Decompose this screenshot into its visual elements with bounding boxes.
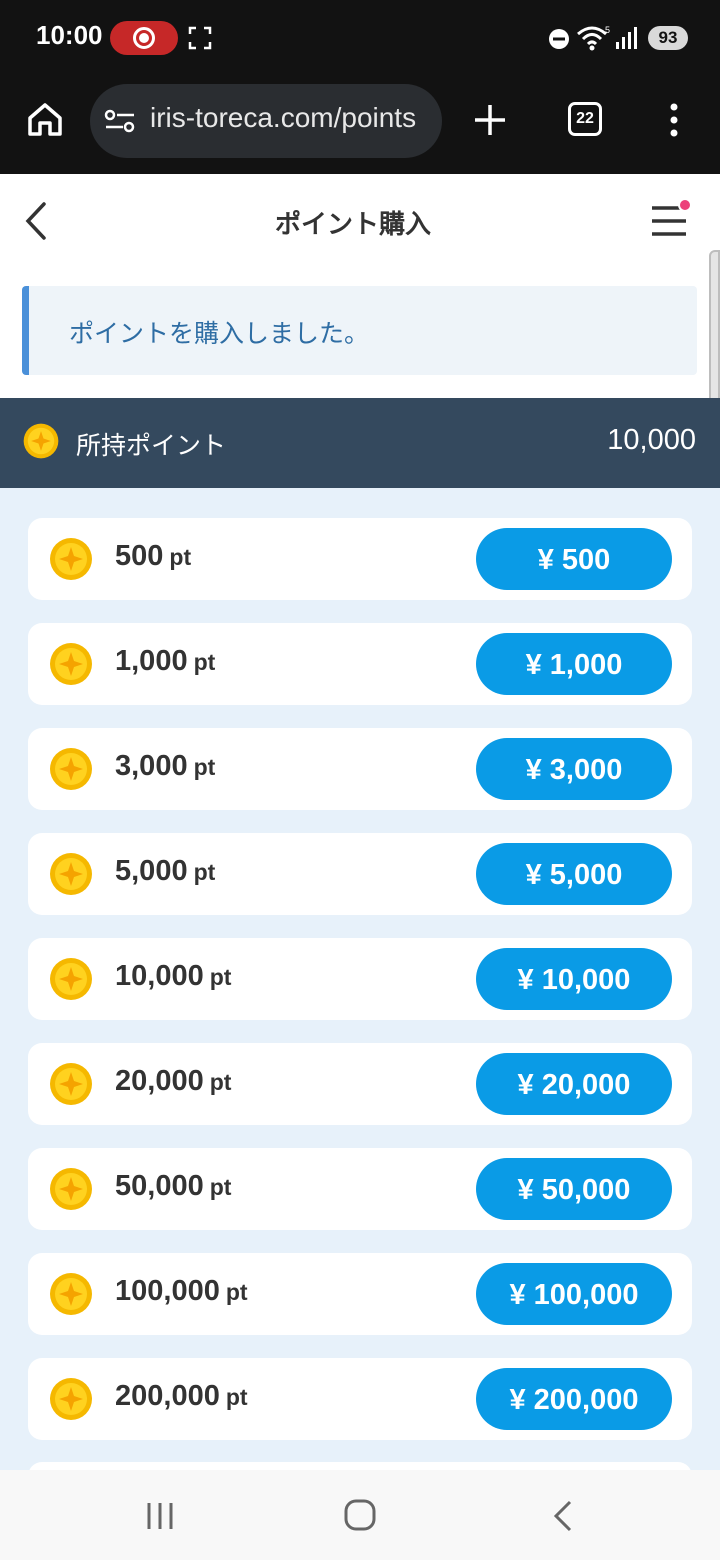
- package-card: 5,000 pt ¥ 5,000: [28, 833, 692, 915]
- screenshot-icon: [188, 26, 212, 50]
- coin-icon: [50, 853, 92, 895]
- status-bar: 10:00 5 93: [0, 0, 720, 76]
- package-card: 1,000 pt ¥ 1,000: [28, 623, 692, 705]
- package-amount: 20,000 pt: [115, 1065, 232, 1097]
- battery-indicator: 93: [648, 26, 688, 50]
- package-amount: 5,000 pt: [115, 855, 216, 887]
- package-card: 50,000 pt ¥ 50,000: [28, 1148, 692, 1230]
- nav-back-icon[interactable]: [550, 1498, 576, 1534]
- package-amount: 1,000 pt: [115, 645, 216, 677]
- buy-button[interactable]: ¥ 100,000: [476, 1263, 672, 1325]
- url-text[interactable]: iris-toreca.com/points: [150, 102, 430, 134]
- coin-icon: [50, 538, 92, 580]
- package-amount: 10,000 pt: [115, 960, 232, 992]
- buy-button[interactable]: ¥ 500: [476, 528, 672, 590]
- coin-icon: [23, 423, 59, 459]
- do-not-disturb-icon: [549, 29, 569, 49]
- page-title: ポイント購入: [274, 210, 431, 240]
- coin-icon: [50, 1378, 92, 1420]
- buy-button[interactable]: ¥ 1,000: [476, 633, 672, 695]
- package-card: 500 pt ¥ 500: [28, 518, 692, 600]
- buy-button[interactable]: ¥ 5,000: [476, 843, 672, 905]
- alert-message: ポイントを購入しました。: [69, 319, 370, 348]
- coin-icon: [50, 1063, 92, 1105]
- buy-button[interactable]: ¥ 20,000: [476, 1053, 672, 1115]
- status-time: 10:00: [36, 20, 103, 50]
- system-nav-bar: [0, 1470, 720, 1560]
- owned-points-bar: 所持ポイント 10,000: [0, 398, 720, 488]
- signal-icon: [616, 27, 637, 49]
- package-card: 20,000 pt ¥ 20,000: [28, 1043, 692, 1125]
- package-amount: 500 pt: [115, 540, 192, 572]
- package-amount: 100,000 pt: [115, 1275, 248, 1307]
- screen-record-icon[interactable]: [110, 21, 178, 55]
- coin-icon: [50, 958, 92, 1000]
- site-settings-icon[interactable]: [104, 108, 136, 134]
- home-icon[interactable]: [24, 98, 66, 140]
- package-amount: 50,000 pt: [115, 1170, 232, 1202]
- plus-icon[interactable]: [472, 102, 508, 138]
- browser-toolbar: iris-toreca.com/points 22: [0, 76, 720, 174]
- recents-icon[interactable]: [144, 1500, 176, 1532]
- wifi-icon: 5: [577, 25, 610, 51]
- coin-icon: [50, 643, 92, 685]
- coin-icon: [50, 1168, 92, 1210]
- owned-points-label: 所持ポイント: [76, 431, 227, 460]
- package-list: 500 pt ¥ 500 1,000 pt ¥ 1,000 3,000 pt ¥ 3,…: [28, 518, 692, 1463]
- tab-switcher-button[interactable]: 22: [568, 102, 602, 136]
- nav-home-icon[interactable]: [343, 1498, 377, 1532]
- svg-text:5: 5: [605, 25, 610, 35]
- buy-button[interactable]: ¥ 3,000: [476, 738, 672, 800]
- success-alert: ポイントを購入しました。: [22, 286, 697, 375]
- owned-points-value: 10,000: [607, 424, 696, 456]
- package-card: 200,000 pt ¥ 200,000: [28, 1358, 692, 1440]
- buy-button[interactable]: ¥ 10,000: [476, 948, 672, 1010]
- coin-icon: [50, 1273, 92, 1315]
- more-vert-icon[interactable]: [664, 102, 684, 138]
- package-amount: 3,000 pt: [115, 750, 216, 782]
- page-header: ポイント購入: [0, 174, 720, 266]
- package-card: 10,000 pt ¥ 10,000: [28, 938, 692, 1020]
- notification-dot: [678, 198, 692, 212]
- package-amount: 200,000 pt: [115, 1380, 248, 1412]
- package-card: 3,000 pt ¥ 3,000: [28, 728, 692, 810]
- buy-button[interactable]: ¥ 200,000: [476, 1368, 672, 1430]
- buy-button[interactable]: ¥ 50,000: [476, 1158, 672, 1220]
- package-card: 100,000 pt ¥ 100,000: [28, 1253, 692, 1335]
- url-bar[interactable]: iris-toreca.com/points: [90, 84, 442, 158]
- coin-icon: [50, 748, 92, 790]
